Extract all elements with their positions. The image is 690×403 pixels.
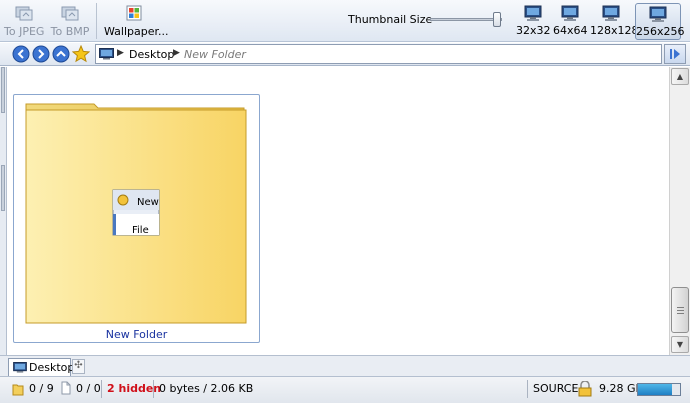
scroll-thumb[interactable] <box>671 287 689 333</box>
toolbar: To JPEG To BMP Wallpaper... Thumbnail Si… <box>0 0 690 42</box>
status-separator <box>527 380 528 398</box>
tab-label: Desktop <box>29 361 75 374</box>
status-separator <box>101 380 102 398</box>
tab-desktop[interactable]: Desktop <box>8 358 75 376</box>
convert-image-icon <box>61 6 79 21</box>
thumb-grip <box>677 313 684 314</box>
monitor-icon <box>524 5 542 21</box>
disk-usage-bar <box>637 383 681 396</box>
go-button[interactable] <box>664 44 686 64</box>
size-32-button[interactable]: 32x32 <box>516 3 551 40</box>
size-128-label: 128x128 <box>590 24 639 37</box>
disk-usage-fill <box>638 384 673 395</box>
windows-logo-icon <box>126 5 142 21</box>
breadcrumb-arrow-icon[interactable]: ▶ <box>117 48 124 58</box>
favorites-star-icon[interactable] <box>72 45 90 63</box>
folder-count-icon <box>12 384 24 396</box>
status-separator <box>153 380 154 398</box>
size-summary: 0 bytes / 2.06 KB <box>159 382 254 395</box>
breadcrumb-desktop[interactable]: Desktop <box>129 48 174 61</box>
forward-icon[interactable] <box>32 45 50 63</box>
folder-icon <box>25 103 247 324</box>
tab-bar: Desktop ✣ <box>0 355 690 377</box>
preview-menu-label: File <box>132 225 149 236</box>
size-256-label: 256x256 <box>636 25 685 38</box>
size-32-label: 32x32 <box>516 24 551 37</box>
folder-tile[interactable]: New File New Folder <box>13 94 260 343</box>
size-256-button[interactable]: 256x256 <box>635 3 685 40</box>
breadcrumb[interactable]: ▶ Desktop ▶ New Folder <box>95 44 662 64</box>
desktop-icon <box>13 362 27 373</box>
up-icon[interactable] <box>52 45 70 63</box>
status-bar: 0 / 9 0 / 0 2 hidden 0 bytes / 2.06 KB S… <box>0 377 690 403</box>
toolbar-separator <box>96 3 97 39</box>
thumbnail-size-label: Thumbnail Size <box>348 13 433 26</box>
thumb-grip <box>677 310 684 311</box>
splitter-grip[interactable] <box>1 67 5 113</box>
slider-thumb[interactable] <box>492 12 501 27</box>
back-icon[interactable] <box>12 45 30 63</box>
address-bar: ▶ Desktop ▶ New Folder <box>0 43 690 66</box>
to-jpeg-label: To JPEG <box>4 25 45 38</box>
folder-count: 0 / 9 <box>29 382 54 395</box>
size-128-button[interactable]: 128x128 <box>590 3 639 40</box>
size-64-button[interactable]: 64x64 <box>553 3 588 40</box>
play-arrow-icon <box>670 49 680 59</box>
file-count-icon <box>61 381 71 395</box>
to-jpeg-button[interactable]: To JPEG <box>4 3 44 40</box>
breadcrumb-arrow-icon[interactable]: ▶ <box>173 48 180 58</box>
source-label: SOURCE <box>533 382 579 395</box>
thumbnail-view[interactable]: New File New Folder <box>8 67 669 355</box>
monitor-icon <box>602 5 620 21</box>
thumb-grip <box>677 307 684 308</box>
to-bmp-button[interactable]: To BMP <box>50 3 90 40</box>
left-splitter[interactable] <box>0 67 7 355</box>
to-bmp-label: To BMP <box>50 25 90 38</box>
lock-icon <box>578 381 592 397</box>
preview-window-title: New <box>137 197 159 208</box>
wallpaper-button[interactable]: Wallpaper... <box>104 3 169 40</box>
thumbnail-size-slider[interactable] <box>430 11 504 27</box>
monitor-icon <box>561 5 579 21</box>
desktop-icon <box>99 48 114 60</box>
vertical-scrollbar[interactable]: ▲ ▼ <box>669 67 690 355</box>
scroll-down-button[interactable]: ▼ <box>671 336 689 353</box>
scroll-up-button[interactable]: ▲ <box>671 68 689 85</box>
wallpaper-label: Wallpaper... <box>104 25 169 38</box>
new-tab-button[interactable]: ✣ <box>72 359 85 374</box>
file-count: 0 / 0 <box>76 382 101 395</box>
splitter-grip[interactable] <box>1 165 5 211</box>
folder-label: New Folder <box>105 328 168 341</box>
breadcrumb-current[interactable]: New Folder <box>184 48 246 61</box>
size-64-label: 64x64 <box>553 24 588 37</box>
slider-track <box>430 18 502 21</box>
convert-image-icon <box>15 6 33 21</box>
monitor-icon <box>649 6 667 22</box>
